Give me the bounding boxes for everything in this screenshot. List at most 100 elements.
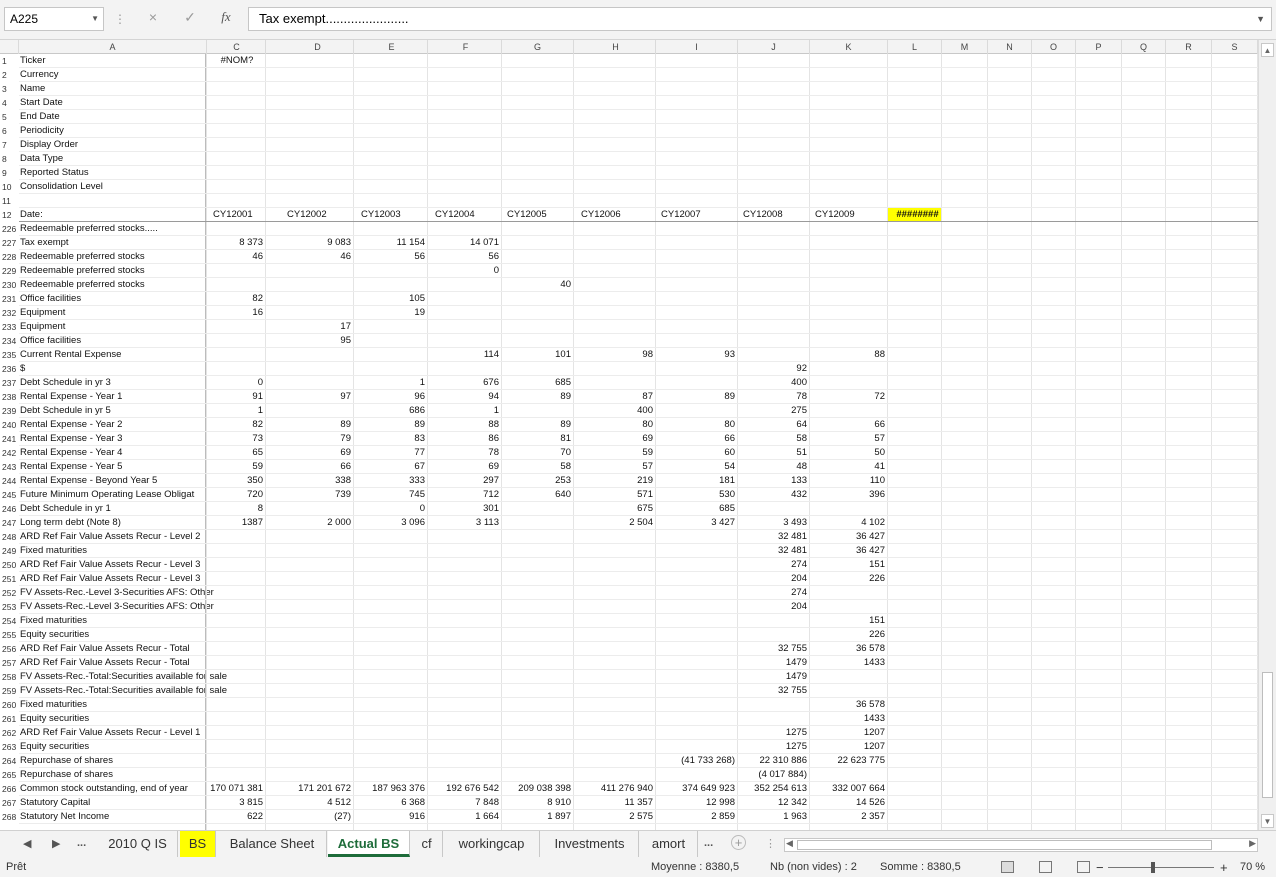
cell-value[interactable]: 89 — [356, 418, 428, 432]
column-header-c[interactable]: C — [208, 40, 266, 54]
cell-value[interactable]: 192 676 542 — [430, 782, 502, 796]
cell-value[interactable]: 1 — [430, 404, 502, 418]
cell-value[interactable]: 675 — [576, 502, 656, 516]
cell-label[interactable]: Rental Expense - Beyond Year 5 — [19, 474, 207, 488]
cell-value[interactable]: 1207 — [810, 726, 888, 740]
cell-label[interactable]: Office facilities — [19, 334, 207, 348]
cell-value[interactable]: 48 — [738, 460, 810, 474]
cell-value[interactable]: 350 — [208, 474, 266, 488]
cell-label[interactable]: Redeemable preferred stocks..... — [19, 222, 207, 236]
cell-label[interactable]: ARD Ref Fair Value Assets Recur - Level … — [19, 530, 207, 544]
row-header[interactable]: 247 — [0, 516, 19, 530]
cell-label[interactable]: Currency — [19, 68, 207, 82]
tabs-more-right[interactable]: ... — [704, 837, 713, 849]
cell-value[interactable]: 83 — [356, 432, 428, 446]
cell-value[interactable]: 2 859 — [656, 810, 738, 824]
cell-value[interactable]: 56 — [356, 250, 428, 264]
row-header[interactable]: 250 — [0, 558, 19, 572]
row-header[interactable]: 261 — [0, 712, 19, 726]
cell-value[interactable]: CY12009 — [810, 208, 888, 222]
cell-value[interactable]: 88 — [430, 418, 502, 432]
row-header[interactable]: 12 — [0, 208, 19, 222]
cell-value[interactable]: 36 578 — [810, 642, 888, 656]
cell-value[interactable]: (41 733 268) — [656, 754, 738, 768]
row-header[interactable]: 228 — [0, 250, 19, 264]
cell-value[interactable]: 1433 — [810, 712, 888, 726]
cell-label[interactable]: Start Date — [19, 96, 207, 110]
cell-value[interactable]: 11 154 — [356, 236, 428, 250]
page-layout-view-icon[interactable] — [1039, 861, 1052, 873]
sheet-tab[interactable]: Balance Sheet — [218, 831, 327, 857]
cell-value[interactable]: 79 — [282, 432, 354, 446]
confirm-icon[interactable]: ✓ — [180, 9, 200, 26]
cell-value[interactable]: 89 — [502, 390, 574, 404]
cell-value[interactable]: 181 — [656, 474, 738, 488]
tabs-splitter-icon[interactable]: ⋮ — [765, 837, 776, 850]
cell-value[interactable]: 3 096 — [356, 516, 428, 530]
cell-value[interactable]: 41 — [810, 460, 888, 474]
cell-value[interactable]: 1387 — [208, 516, 266, 530]
normal-view-icon[interactable] — [1001, 861, 1014, 873]
row-header[interactable]: 248 — [0, 530, 19, 544]
cell-value[interactable]: 0 — [430, 264, 502, 278]
row-header[interactable]: 239 — [0, 404, 19, 418]
scroll-left-icon[interactable]: ◀ — [786, 838, 793, 849]
cell-value[interactable]: 1 — [208, 404, 266, 418]
cell-value[interactable]: 8 — [208, 502, 266, 516]
cell-value[interactable]: 2 504 — [576, 516, 656, 530]
cell-value[interactable]: 333 — [356, 474, 428, 488]
cell-value[interactable]: ######## — [888, 208, 942, 222]
row-header[interactable]: 249 — [0, 544, 19, 558]
cell-value[interactable]: 66 — [656, 432, 738, 446]
column-header-o[interactable]: O — [1032, 40, 1076, 54]
column-header-n[interactable]: N — [988, 40, 1032, 54]
cell-label[interactable]: ARD Ref Fair Value Assets Recur - Level … — [19, 558, 207, 572]
cell-label[interactable]: Statutory Net Income — [19, 810, 207, 824]
cell-label[interactable]: ARD Ref Fair Value Assets Recur - Level … — [19, 572, 207, 586]
row-header[interactable]: 235 — [0, 348, 19, 362]
row-header[interactable]: 9 — [0, 166, 19, 180]
row-header[interactable]: 11 — [0, 194, 19, 208]
row-header[interactable]: 238 — [0, 390, 19, 404]
cell-label[interactable]: Fixed maturities — [19, 614, 207, 628]
cell-value[interactable]: 0 — [208, 376, 266, 390]
cell-value[interactable]: 640 — [502, 488, 574, 502]
add-sheet-icon[interactable]: + — [731, 835, 746, 850]
row-header[interactable]: 252 — [0, 586, 19, 600]
row-header[interactable]: 240 — [0, 418, 19, 432]
scroll-right-icon[interactable]: ▶ — [1249, 838, 1256, 849]
cell-value[interactable]: 40 — [502, 278, 574, 292]
row-header[interactable]: 233 — [0, 320, 19, 334]
sheet-tab[interactable]: Actual BS — [328, 831, 410, 857]
cell-value[interactable]: 46 — [282, 250, 354, 264]
cell-value[interactable]: 105 — [356, 292, 428, 306]
cell-value[interactable]: 69 — [282, 446, 354, 460]
sheet-tab[interactable]: Investments — [541, 831, 639, 857]
column-header-l[interactable]: L — [888, 40, 942, 54]
cell-value[interactable]: 96 — [356, 390, 428, 404]
cell-value[interactable]: 171 201 672 — [282, 782, 354, 796]
column-header-i[interactable]: I — [656, 40, 738, 54]
cell-value[interactable]: 50 — [810, 446, 888, 460]
cell-value[interactable]: 67 — [356, 460, 428, 474]
row-header[interactable]: 236 — [0, 362, 19, 376]
spreadsheet-grid[interactable]: ACDEFGHIJKLMNOPQRS 1 Ticker #NOM? 2 Currency… — [0, 40, 1276, 830]
zoom-slider[interactable] — [1108, 867, 1214, 868]
cell-value[interactable]: #NOM? — [208, 54, 266, 68]
cell-value[interactable]: 9 083 — [282, 236, 354, 250]
sheet-tab[interactable]: cf — [411, 831, 443, 857]
cell-value[interactable]: 69 — [430, 460, 502, 474]
row-header[interactable]: 241 — [0, 432, 19, 446]
cell-value[interactable]: 51 — [738, 446, 810, 460]
cell-value[interactable]: 86 — [430, 432, 502, 446]
cell-label[interactable]: Periodicity — [19, 124, 207, 138]
cell-label[interactable]: Repurchase of shares — [19, 768, 207, 782]
row-header[interactable]: 254 — [0, 614, 19, 628]
cell-value[interactable]: 60 — [656, 446, 738, 460]
cell-value[interactable]: 1275 — [738, 740, 810, 754]
cell-value[interactable]: 274 — [738, 586, 810, 600]
cell-value[interactable]: 58 — [738, 432, 810, 446]
cell-value[interactable]: 89 — [502, 418, 574, 432]
cell-value[interactable]: 1479 — [738, 656, 810, 670]
cell-value[interactable]: 338 — [282, 474, 354, 488]
